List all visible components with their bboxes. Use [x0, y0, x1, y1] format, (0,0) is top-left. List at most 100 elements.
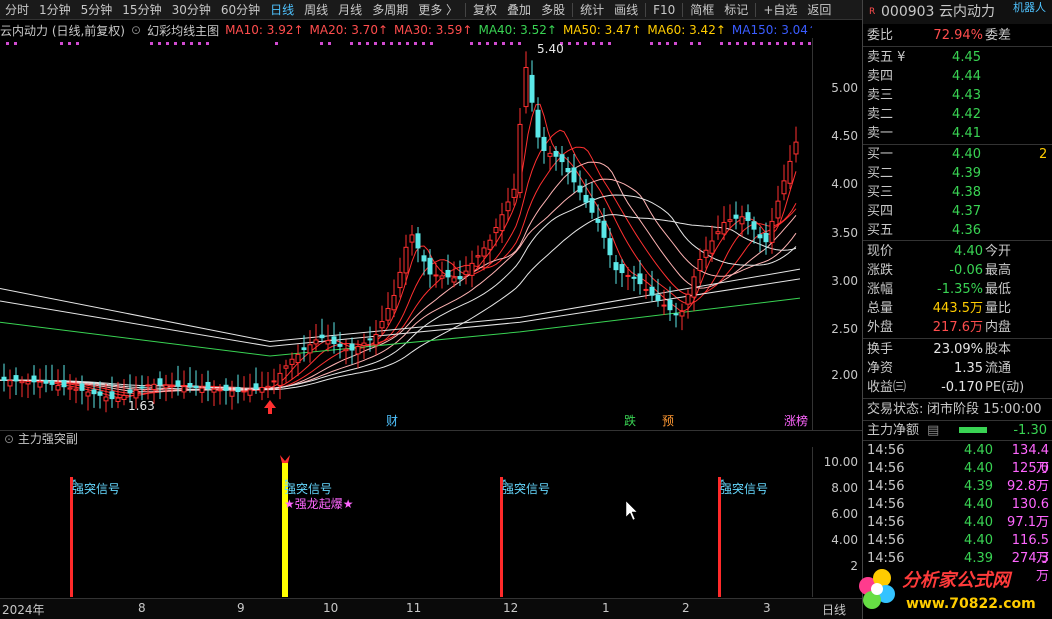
candle-body: [493, 226, 499, 234]
toolbar-item[interactable]: 多股: [536, 0, 570, 20]
candle-body: [259, 386, 265, 393]
ma-values: MA10: 3.92↑ MA20: 3.70↑ MA30: 3.59↑ MA40: 3…: [225, 23, 812, 37]
high-price-label: 5.40: [537, 42, 564, 56]
marker-dot: [584, 42, 587, 45]
tick-row: 14:56 4.40 134.4万: [867, 443, 1049, 476]
toolbar-item[interactable]: 日线: [265, 0, 299, 20]
toolbar-item[interactable]: 返回: [802, 0, 836, 20]
stat-row: 净资 1.35 流通: [867, 361, 1012, 376]
event-marker-cai: 财: [386, 414, 398, 428]
event-marker-yu: 预: [662, 414, 674, 428]
candle-body: [205, 381, 211, 390]
time-label: 11: [406, 601, 422, 615]
marker-dot: [728, 42, 731, 45]
candle-body: [313, 339, 319, 345]
toolbar-item[interactable]: 分时: [0, 0, 34, 20]
marker-dot: [6, 42, 9, 45]
candle-body: [625, 274, 631, 277]
price-tick: 3.50: [831, 226, 858, 240]
marker-dot: [320, 42, 323, 45]
candle-body: [361, 342, 367, 346]
marker-dot: [776, 42, 779, 45]
toolbar-item[interactable]: 15分钟: [117, 0, 166, 20]
candle-body: [583, 194, 589, 203]
candle-body: [73, 388, 79, 391]
candle-body: [241, 390, 247, 393]
candle-body: [733, 214, 739, 219]
toolbar-item[interactable]: 30分钟: [167, 0, 216, 20]
candle-body: [211, 388, 217, 393]
marker-dot: [398, 42, 401, 45]
candle-body: [49, 380, 55, 385]
toolbar-item[interactable]: 标记: [719, 0, 753, 20]
candle-body: [7, 380, 13, 387]
candle-body: [481, 247, 487, 257]
marker-dot: [658, 42, 661, 45]
toolbar-item[interactable]: 简框: [685, 0, 719, 20]
marker-dot: [736, 42, 739, 45]
ma-line: [0, 129, 797, 397]
toolbar-item[interactable]: F10: [648, 0, 680, 20]
marker-dot: [406, 42, 409, 45]
ma-value: MA30: 3.59↑: [394, 23, 473, 37]
candle-body: [775, 200, 781, 219]
r-badge: R: [869, 7, 876, 17]
candle-body: [649, 286, 655, 296]
candle-body: [415, 233, 421, 249]
marker-dot: [68, 42, 71, 45]
toolbar-item[interactable]: 画线: [609, 0, 643, 20]
stat-row: 涨幅 -1.35% 最低: [867, 282, 1012, 297]
candle-body: [757, 234, 763, 239]
toolbar-item[interactable]: 复权: [468, 0, 502, 20]
sub-indicator-title: 主力强突副: [17, 432, 78, 446]
tick-row: 14:56 4.40 130.6万: [867, 497, 1049, 530]
candle-body: [289, 358, 295, 365]
candle-body: [145, 384, 151, 387]
robot-link[interactable]: 机器人: [1013, 0, 1046, 20]
toolbar-item[interactable]: 叠加: [502, 0, 536, 20]
candle-body: [679, 311, 685, 317]
buy-row: 买五 4.36: [867, 223, 981, 238]
candle-body: [529, 74, 535, 103]
candle-body: [685, 293, 691, 305]
time-label[interactable]: 日线: [822, 601, 846, 618]
toolbar-item[interactable]: 多周期: [367, 0, 413, 20]
toolbar-item[interactable]: 60分钟: [216, 0, 265, 20]
main-candlestick-chart[interactable]: 5.40 1.63 财 跌 预 涨榜: [0, 38, 812, 430]
dropdown-icon[interactable]: ⊙: [131, 23, 141, 37]
sub-indicator-header[interactable]: ⊙ 主力强突副: [0, 430, 862, 446]
marker-dot: [150, 42, 153, 45]
menu-icon[interactable]: ▤: [927, 421, 939, 440]
candle-body: [673, 313, 679, 316]
settings-icon[interactable]: ⊙: [4, 432, 18, 446]
candle-body: [697, 259, 703, 271]
signal-arrow-icon: ↖: [720, 478, 728, 488]
sell-row: 卖三 4.43: [867, 88, 981, 103]
candle-body: [295, 353, 301, 364]
marker-dot: [792, 42, 795, 45]
candle-body: [283, 365, 289, 369]
candle-body: [439, 275, 445, 279]
watermark-url: www.70822.com: [906, 596, 1036, 612]
ma-value: MA150: 3.04↑: [731, 23, 812, 37]
toolbar-item[interactable]: 周线: [299, 0, 333, 20]
toolbar-item[interactable]: 5分钟: [76, 0, 118, 20]
candle-body: [643, 288, 649, 291]
toolbar-item[interactable]: 统计: [575, 0, 609, 20]
time-label: 2: [682, 601, 690, 615]
toolbar-item[interactable]: 1分钟: [34, 0, 76, 20]
candle-body: [247, 389, 253, 396]
toolbar-item[interactable]: 月线: [333, 0, 367, 20]
indicator-name[interactable]: 幻彩均线主图: [147, 22, 219, 39]
marker-dot: [576, 42, 579, 45]
stat-row: 现价 4.40 今开: [867, 244, 1012, 259]
toolbar-item[interactable]: 更多 〉: [413, 0, 463, 20]
time-label: 10: [323, 601, 339, 615]
marker-dot: [166, 42, 169, 45]
candle-body: [85, 391, 91, 397]
candle-body: [25, 381, 31, 385]
candle-body: [337, 343, 343, 347]
toolbar-item[interactable]: +自选: [758, 0, 802, 20]
candle-body: [277, 372, 283, 386]
sub-indicator-chart[interactable]: 强突信号↖ 强突信号↖ 强突信号↖ 强突信号↖★强龙起爆★: [0, 447, 812, 597]
